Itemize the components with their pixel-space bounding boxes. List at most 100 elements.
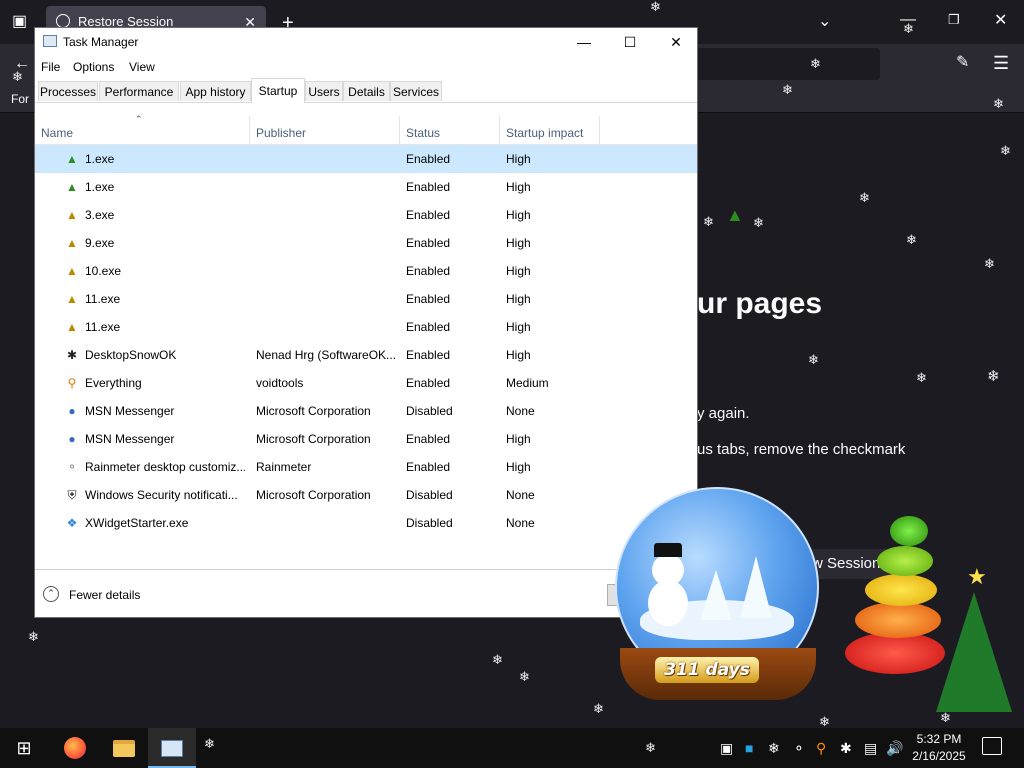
column-publisher[interactable]: Publisher [250,116,400,144]
row-name: 11.exe [85,320,121,334]
drop-icon: ⚬ [66,460,78,474]
volume-icon[interactable]: 🔊 [886,738,903,758]
tree-icon: ▲ [66,236,78,250]
tab-startup[interactable]: Startup [251,78,305,103]
row-status: Enabled [406,264,451,278]
row-name: MSN Messenger [85,432,175,446]
clock-date: 2/16/2025 [912,749,966,763]
restore-icon[interactable]: ❐ [948,13,960,26]
row-name: 1.exe [85,180,115,194]
system-clock[interactable]: 5:32 PM 2/16/2025 [906,731,972,765]
row-status: Enabled [406,152,451,166]
close-button[interactable]: ✕ [653,28,699,56]
tab-services[interactable]: Services [390,81,442,101]
tree-icon: ▲ [66,320,78,334]
tab-details[interactable]: Details [343,81,390,101]
snowflake-icon: ❄ [12,69,23,84]
url-bar[interactable] [690,48,880,80]
table-row[interactable]: ● MSN Messenger Microsoft Corporation Di… [35,397,697,425]
row-status: Enabled [406,432,451,446]
table-row[interactable]: ⚬ Rainmeter desktop customiz... Rainmete… [35,453,697,481]
shield-icon: ⛨ [67,488,77,502]
row-name: 9.exe [85,236,115,250]
minimize-button[interactable]: — [561,28,607,56]
table-row[interactable]: ❖ XWidgetStarter.exe Disabled None [35,509,697,537]
messenger-icon: ● [68,432,76,446]
extensions-icon[interactable]: ✎ [956,55,969,71]
row-publisher: Rainmeter [256,460,312,474]
tray-drop-icon[interactable]: ⚬ [793,738,805,758]
close-window-icon[interactable]: ✕ [994,13,1007,29]
table-row[interactable]: ▲ 3.exe Enabled High [35,201,697,229]
tray-snowflake-icon[interactable]: ✱ [840,738,852,758]
swirl-tree-layer [845,632,945,674]
snowman-head [652,554,684,586]
swirl-tree-layer [877,546,933,576]
row-status: Enabled [406,236,451,250]
task-manager-window: Task Manager — ☐ ✕ File Options View Pro… [34,27,698,618]
snowflake-icon: ❄ [859,190,870,205]
chevron-down-icon[interactable]: ⌄ [818,14,831,30]
snowman-hat [654,543,682,557]
tray-widget-icon[interactable]: ■ [745,738,753,758]
row-status: Enabled [406,180,451,194]
firefox-icon [64,737,86,759]
instruction-line-1: y again. [697,405,750,422]
snowflake-icon: ❄ [903,21,914,36]
row-publisher: Nenad Hrg (SoftwareOK... [256,348,396,362]
table-row[interactable]: ● MSN Messenger Microsoft Corporation En… [35,425,697,453]
tab-app-history[interactable]: App history [180,81,251,101]
snowflake-icon: ❄ [492,652,503,667]
row-impact: High [506,432,531,446]
tab-users[interactable]: Users [305,81,343,101]
row-impact: High [506,180,531,194]
star-icon: ★ [967,564,987,589]
column-startup-impact[interactable]: Startup impact [500,116,600,144]
list-all-tabs-icon[interactable]: ▣ [12,14,27,30]
row-status: Enabled [406,292,451,306]
page-heading: ur pages [697,287,823,320]
row-name: 1.exe [85,152,115,166]
column-name[interactable]: Name [35,116,250,144]
table-row[interactable]: ▲ 10.exe Enabled High [35,257,697,285]
snowflake-icon: ❄ [940,710,951,725]
table-row[interactable]: ⚲ Everything voidtools Enabled Medium [35,369,697,397]
menu-file[interactable]: File [41,60,60,74]
snowflake-icon: ❄ [916,370,927,385]
snowflake-icon: ❄ [703,214,714,229]
tree-icon: ▲ [66,264,78,278]
table-row[interactable]: ▲ 1.exe Enabled High [35,173,697,201]
menu-icon[interactable]: ☰ [993,54,1009,72]
chevron-up-icon[interactable]: ⌃ [43,586,59,602]
table-row[interactable]: ▲ 11.exe Enabled High [35,285,697,313]
snowflake-icon: ❄ [906,232,917,247]
row-status: Enabled [406,320,451,334]
tab-processes[interactable]: Processes [38,81,98,101]
table-row[interactable]: ✱ DesktopSnowOK Nenad Hrg (SoftwareOK...… [35,341,697,369]
task-manager-icon [43,35,57,47]
row-impact: None [506,404,535,418]
table-row[interactable]: ▲ 11.exe Enabled High [35,313,697,341]
maximize-button[interactable]: ☐ [607,28,653,56]
menu-view[interactable]: View [129,60,155,74]
table-row[interactable]: ⛨ Windows Security notificati... Microso… [35,481,697,509]
tree-icon: ▲ [66,292,78,306]
title-bar[interactable]: Task Manager — ☐ ✕ [35,28,697,56]
tree-icon: ▲ [66,152,78,166]
tray-snow-icon[interactable]: ❄ [768,738,780,758]
table-row[interactable]: ▲ 9.exe Enabled High [35,229,697,257]
notifications-icon[interactable] [982,737,1002,755]
row-name: Everything [85,376,142,390]
tray-app-icon[interactable]: ▣ [720,738,733,758]
instruction-line-2: us tabs, remove the checkmark [697,441,906,458]
menu-options[interactable]: Options [73,60,114,74]
column-status[interactable]: Status [400,116,500,144]
tray-everything-icon[interactable]: ⚲ [816,738,826,758]
swirl-tree-layer [865,574,937,606]
start-button[interactable]: ⊞ [0,728,48,768]
menu-bar: File Options View [35,56,697,78]
network-icon[interactable]: ▤ [864,738,877,758]
tab-performance[interactable]: Performance [99,81,179,101]
table-row[interactable]: ▲ 1.exe Enabled High [35,145,697,173]
fewer-details-link[interactable]: Fewer details [69,588,140,602]
